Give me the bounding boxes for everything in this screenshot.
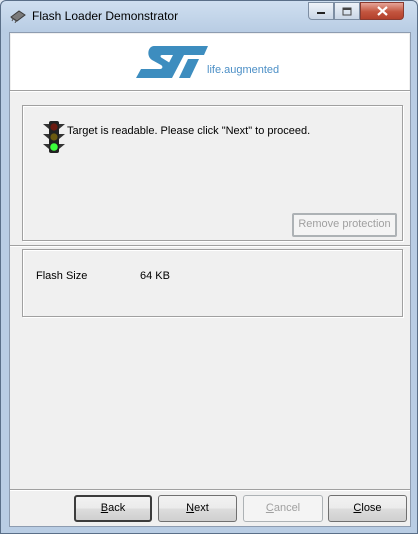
cancel-accel: C — [265, 502, 274, 514]
next-accel: N — [186, 502, 195, 514]
traffic-light-icon — [43, 121, 65, 153]
status-panel: Target is readable. Please click "Next" … — [22, 105, 403, 241]
minimize-button[interactable] — [308, 2, 334, 20]
banner-divider — [10, 90, 410, 92]
brand-banner: life.augmented — [11, 34, 409, 90]
flash-size-value: 64 KB — [140, 270, 170, 282]
window-title: Flash Loader Demonstrator — [32, 9, 179, 23]
chip-icon — [10, 10, 26, 23]
back-accel: B — [100, 502, 109, 514]
close-icon — [376, 6, 388, 16]
footer-divider — [10, 489, 410, 491]
close-label: lose — [361, 502, 382, 514]
brand-tagline: life.augmented — [207, 64, 280, 76]
next-label: ext — [194, 502, 209, 514]
device-info-panel: Flash Size 64 KB — [22, 249, 403, 317]
flash-size-label: Flash Size — [36, 270, 88, 282]
back-button[interactable]: Back — [74, 495, 152, 522]
app-window: Flash Loader Demonstrator life.augmented — [0, 0, 418, 534]
maximize-button[interactable] — [334, 2, 360, 20]
title-bar[interactable]: Flash Loader Demonstrator — [1, 1, 417, 33]
dialog-body: life.augmented Target is readable. Pleas… — [9, 32, 411, 527]
cancel-label: ancel — [273, 502, 301, 514]
remove-protection-button[interactable]: Remove protection — [292, 213, 397, 237]
close-button[interactable]: Close — [328, 495, 407, 522]
next-button[interactable]: Next — [158, 495, 237, 522]
st-logo-icon — [136, 46, 208, 78]
status-message: Target is readable. Please click "Next" … — [67, 125, 311, 137]
back-label: ack — [108, 502, 126, 514]
minimize-icon — [317, 12, 325, 14]
cancel-button[interactable]: Cancel — [243, 495, 323, 522]
maximize-icon — [342, 7, 352, 15]
close-window-button[interactable] — [360, 2, 404, 20]
section-divider — [10, 245, 410, 247]
